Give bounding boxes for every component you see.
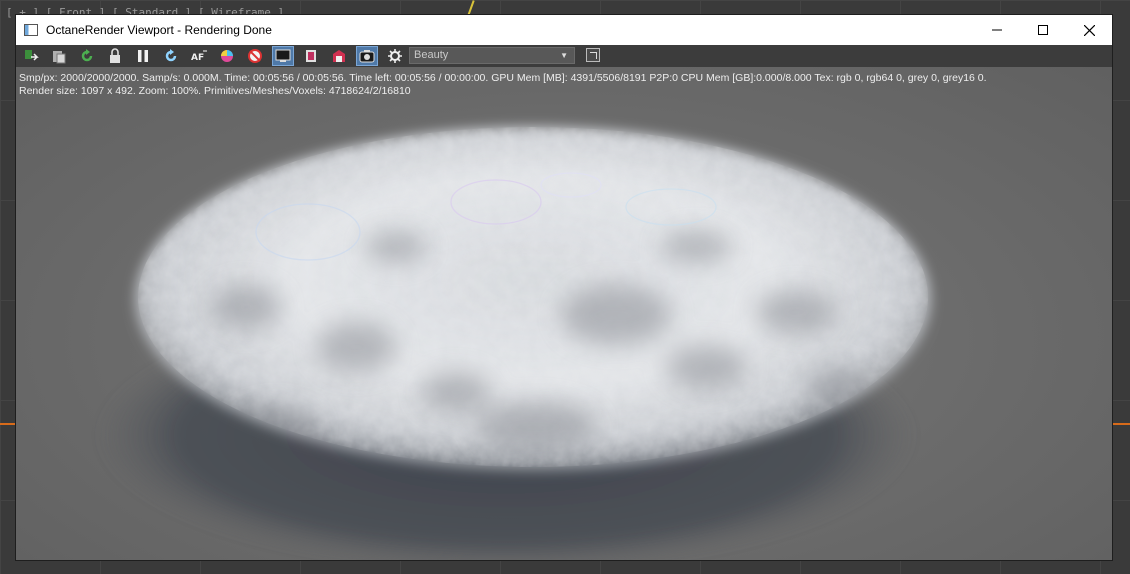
lock-icon (110, 48, 120, 63)
material-picker-button[interactable] (244, 46, 266, 66)
output-icon (333, 50, 345, 62)
copy-clipboard-button[interactable] (48, 46, 70, 66)
minimize-button[interactable] (974, 15, 1020, 45)
stats-line-1: Smp/px: 2000/2000/2000. Samp/s: 0.000M. … (19, 72, 987, 84)
reload-button[interactable] (76, 46, 98, 66)
output-button[interactable] (328, 46, 350, 66)
film-region-button[interactable] (300, 46, 322, 66)
viewport-marker-right (1112, 423, 1130, 425)
render-pass-select[interactable]: Beauty ▼ (409, 47, 575, 64)
color-picker-button[interactable] (216, 46, 238, 66)
material-picker-icon (248, 49, 262, 63)
lock-button[interactable] (104, 46, 126, 66)
minimize-icon (992, 29, 1002, 31)
maximize-button[interactable] (1020, 15, 1066, 45)
gizmo-axis-line (467, 0, 475, 16)
send-scene-icon (25, 50, 39, 61)
octane-toolbar: AF Beauty ▼ (16, 45, 1112, 67)
svg-text:AF: AF (191, 53, 204, 63)
app-window-icon (24, 24, 38, 36)
chevron-down-icon: ▼ (560, 51, 568, 60)
restart-icon (165, 49, 177, 62)
render-pass-value: Beauty (414, 49, 449, 61)
render-statistics: Smp/px: 2000/2000/2000. Samp/s: 0.000M. … (19, 72, 987, 98)
viewport-marker-left (0, 423, 16, 425)
expand-view-button[interactable] (586, 48, 600, 62)
pause-icon (138, 50, 148, 62)
window-controls (974, 15, 1112, 45)
stats-line-2: Render size: 1097 x 492. Zoom: 100%. Pri… (19, 85, 411, 97)
octane-viewport-window: OctaneRender Viewport - Rendering Done A… (16, 15, 1112, 560)
close-button[interactable] (1066, 15, 1112, 45)
copy-clipboard-icon (53, 51, 66, 64)
window-title: OctaneRender Viewport - Rendering Done (46, 23, 272, 37)
af-focus-button[interactable]: AF (188, 46, 210, 66)
af-focus-icon: AF (191, 50, 207, 63)
pause-button[interactable] (132, 46, 154, 66)
camera-button[interactable] (356, 46, 378, 66)
maximize-icon (1038, 25, 1048, 35)
title-bar[interactable]: OctaneRender Viewport - Rendering Done (16, 15, 1112, 45)
close-icon (1083, 24, 1095, 36)
reload-icon (81, 49, 93, 62)
film-region-icon (306, 50, 316, 62)
render-view[interactable]: Smp/px: 2000/2000/2000. Samp/s: 0.000M. … (16, 67, 1112, 560)
restart-button[interactable] (160, 46, 182, 66)
region-render-icon (275, 49, 291, 62)
region-render-button[interactable] (272, 46, 294, 66)
settings-gear-icon (388, 49, 402, 63)
color-picker-icon (221, 50, 233, 62)
camera-icon (359, 50, 375, 63)
settings-gear-button[interactable] (384, 46, 406, 66)
send-scene-button[interactable] (20, 46, 42, 66)
rendered-foam-cloud-image (96, 127, 931, 560)
